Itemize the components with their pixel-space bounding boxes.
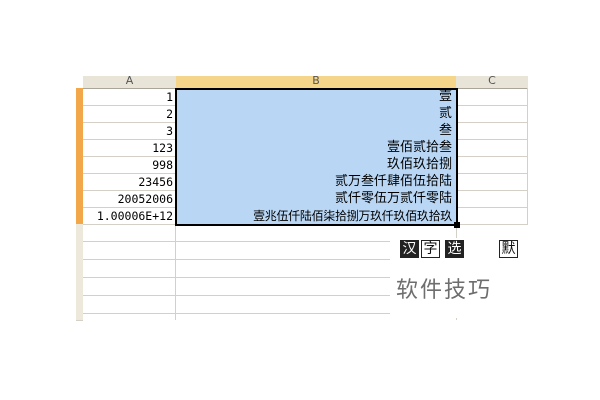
row-header-8[interactable] (76, 207, 83, 225)
toolbar-button-4[interactable]: 默 (499, 240, 518, 258)
cell-c5[interactable] (456, 156, 528, 174)
fill-handle[interactable] (454, 222, 460, 228)
cell-c3[interactable] (456, 122, 528, 140)
cell-b8[interactable]: 壹兆伍仟陆佰柒拾捌万玖仟玖佰玖拾玖 (176, 207, 456, 225)
row-header-3[interactable] (76, 122, 83, 140)
toolbar-button-1[interactable]: 汉 (400, 240, 419, 258)
cell-a6[interactable]: 23456 (83, 173, 176, 191)
grid-line (175, 224, 176, 320)
cell-b6[interactable]: 贰万叁仟肆佰伍拾陆 (176, 173, 456, 191)
cell-a7[interactable]: 20052006 (83, 190, 176, 208)
toolbar-button-2[interactable]: 字 (421, 240, 440, 258)
cell-b5[interactable]: 玖佰玖拾捌 (176, 156, 456, 174)
cell-a5[interactable]: 998 (83, 156, 176, 174)
row-header-1[interactable] (76, 88, 83, 106)
spreadsheet: A B C 1 壹 2 贰 3 叁 123 壹佰贰拾叁 998 玖佰玖拾捌 23… (0, 0, 600, 400)
row-header-6[interactable] (76, 173, 83, 191)
row-header-7[interactable] (76, 190, 83, 208)
cell-b4[interactable]: 壹佰贰拾叁 (176, 139, 456, 157)
cell-c8[interactable] (456, 207, 528, 225)
row-header-5[interactable] (76, 156, 83, 174)
row-header-4[interactable] (76, 139, 83, 157)
cell-c6[interactable] (456, 173, 528, 191)
row-header-blank[interactable] (76, 224, 83, 321)
cell-b7[interactable]: 贰仟零伍万贰仟零陆 (176, 190, 456, 208)
cell-a1[interactable]: 1 (83, 88, 176, 106)
cell-b1[interactable]: 壹 (176, 88, 456, 106)
cell-a8[interactable]: 1.00006E+12 (83, 207, 176, 225)
cell-b3[interactable]: 叁 (176, 122, 456, 140)
watermark-text: 软件技巧 (396, 278, 493, 303)
cell-a3[interactable]: 3 (83, 122, 176, 140)
cell-c4[interactable] (456, 139, 528, 157)
cell-b2[interactable]: 贰 (176, 105, 456, 123)
cell-a4[interactable]: 123 (83, 139, 176, 157)
cell-a2[interactable]: 2 (83, 105, 176, 123)
cell-c2[interactable] (456, 105, 528, 123)
row-header-2[interactable] (76, 105, 83, 123)
toolbar-button-3[interactable]: 选 (445, 240, 464, 258)
cell-c1[interactable] (456, 88, 528, 106)
cell-c7[interactable] (456, 190, 528, 208)
